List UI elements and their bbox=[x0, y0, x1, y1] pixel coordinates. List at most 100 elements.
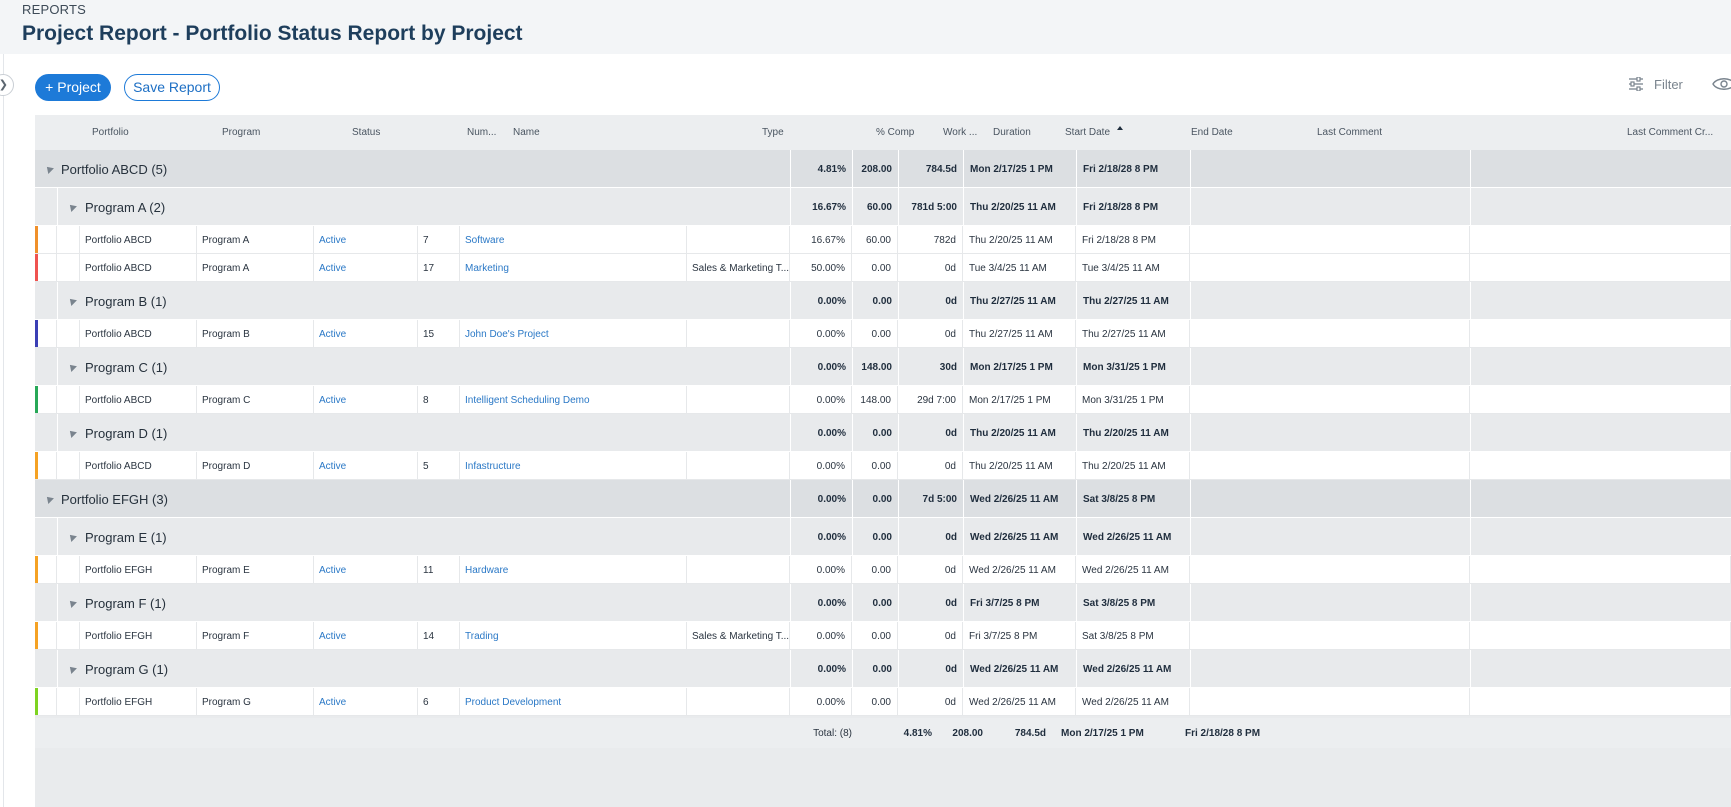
col-header-pct-comp[interactable]: % Comp bbox=[876, 115, 936, 150]
col-header-duration[interactable]: Duration bbox=[993, 115, 1053, 150]
cell-last-comment[interactable] bbox=[1190, 452, 1470, 480]
col-header-portfolio[interactable]: Portfolio bbox=[92, 115, 202, 150]
cell-status[interactable]: Active bbox=[314, 320, 418, 348]
group-last-comment bbox=[1190, 282, 1470, 320]
page-title: Project Report - Portfolio Status Report… bbox=[22, 22, 523, 45]
project-name-link[interactable]: Marketing bbox=[460, 254, 687, 282]
project-name-link[interactable]: Hardware bbox=[460, 556, 687, 584]
cell-last-comment[interactable] bbox=[1190, 386, 1470, 414]
table-row[interactable]: Portfolio ABCD Program D Active 5 Infastruct… bbox=[35, 452, 1731, 480]
row-spacer bbox=[38, 254, 57, 282]
cell-pct-comp: 0.00% bbox=[790, 320, 852, 348]
triangle-collapse-icon[interactable] bbox=[68, 348, 80, 386]
group-start-date: Thu 2/27/25 11 AM bbox=[963, 282, 1076, 320]
triangle-glyph bbox=[45, 164, 54, 174]
triangle-collapse-icon[interactable] bbox=[45, 150, 57, 188]
project-name-link[interactable]: Intelligent Scheduling Demo bbox=[460, 386, 687, 414]
project-name-link[interactable]: Software bbox=[460, 226, 687, 254]
cell-status[interactable]: Active bbox=[314, 688, 418, 716]
program-group-row[interactable]: Program E (1) 0.00% 0.00 0d Wed 2/26/25 11 A… bbox=[35, 518, 1731, 556]
cell-duration: 0d bbox=[898, 320, 963, 348]
triangle-collapse-icon[interactable] bbox=[68, 188, 80, 226]
cell-program: Program A bbox=[197, 254, 314, 282]
cell-last-comment[interactable] bbox=[1190, 254, 1470, 282]
col-header-status[interactable]: Status bbox=[352, 115, 452, 150]
col-header-end-date[interactable]: End Date bbox=[1191, 115, 1301, 150]
portfolio-group-row[interactable]: Portfolio EFGH (3) 0.00% 0.00 7d 5:00 Wed 2/… bbox=[35, 480, 1731, 518]
cell-status[interactable]: Active bbox=[314, 452, 418, 480]
cell-status[interactable]: Active bbox=[314, 226, 418, 254]
project-name-link[interactable]: Trading bbox=[460, 622, 687, 650]
grid-header: Portfolio Program Status Num... Name Typ… bbox=[35, 115, 1731, 150]
triangle-glyph bbox=[68, 202, 77, 212]
program-group-row[interactable]: Program D (1) 0.00% 0.00 0d Thu 2/20/25 11 A… bbox=[35, 414, 1731, 452]
group-divider bbox=[57, 518, 58, 556]
cell-status[interactable]: Active bbox=[314, 254, 418, 282]
triangle-collapse-icon[interactable] bbox=[68, 518, 80, 556]
cell-last-comment[interactable] bbox=[1190, 556, 1470, 584]
eye-icon[interactable] bbox=[1712, 75, 1731, 93]
total-start: Mon 2/17/25 1 PM bbox=[1061, 727, 1144, 739]
save-report-button[interactable]: Save Report bbox=[124, 74, 220, 101]
triangle-collapse-icon[interactable] bbox=[68, 650, 80, 688]
cell-last-comment-cr bbox=[1470, 688, 1731, 716]
program-group-row[interactable]: Program B (1) 0.00% 0.00 0d Thu 2/27/25 11 A… bbox=[35, 282, 1731, 320]
col-header-program[interactable]: Program bbox=[222, 115, 332, 150]
group-duration: 781d 5:00 bbox=[898, 188, 963, 226]
cell-status[interactable]: Active bbox=[314, 622, 418, 650]
group-end-date: Fri 2/18/28 8 PM bbox=[1076, 150, 1190, 188]
total-row: Total: (8) 4.81% 208.00 784.5d Mon 2/17/… bbox=[35, 718, 1731, 748]
cell-end-date: Fri 2/18/28 8 PM bbox=[1076, 226, 1190, 254]
table-row[interactable]: Portfolio EFGH Program G Active 6 Product De… bbox=[35, 688, 1731, 716]
filter-button[interactable]: Filter bbox=[1628, 74, 1683, 94]
cell-pct-comp: 16.67% bbox=[790, 226, 852, 254]
cell-status[interactable]: Active bbox=[314, 556, 418, 584]
cell-last-comment[interactable] bbox=[1190, 320, 1470, 348]
col-header-last-comment-cr[interactable]: Last Comment Cr... bbox=[1627, 115, 1731, 150]
row-spacer bbox=[38, 386, 57, 414]
sidebar-expand-button[interactable]: ❯ bbox=[0, 74, 14, 96]
group-start-date: Wed 2/26/25 11 AM bbox=[963, 480, 1076, 518]
group-last-comment-cr bbox=[1470, 518, 1731, 556]
portfolio-group-row[interactable]: Portfolio ABCD (5) 4.81% 208.00 784.5d Mon 2… bbox=[35, 150, 1731, 188]
breadcrumb[interactable]: REPORTS bbox=[22, 2, 86, 17]
cell-status[interactable]: Active bbox=[314, 386, 418, 414]
project-name-link[interactable]: Infastructure bbox=[460, 452, 687, 480]
cell-last-comment[interactable] bbox=[1190, 226, 1470, 254]
triangle-collapse-icon[interactable] bbox=[68, 414, 80, 452]
group-duration: 0d bbox=[898, 282, 963, 320]
row-divider bbox=[35, 715, 1731, 716]
program-group-row[interactable]: Program C (1) 0.00% 148.00 30d Mon 2/17/25 1… bbox=[35, 348, 1731, 386]
cell-portfolio: Portfolio ABCD bbox=[80, 226, 197, 254]
table-row[interactable]: Portfolio ABCD Program A Active 17 Marketing… bbox=[35, 254, 1731, 282]
col-header-type[interactable]: Type bbox=[762, 115, 862, 150]
table-row[interactable]: Portfolio EFGH Program F Active 14 Trading Sa… bbox=[35, 622, 1731, 650]
project-name-link[interactable]: John Doe's Project bbox=[460, 320, 687, 348]
program-group-row[interactable]: Program F (1) 0.00% 0.00 0d Fri 3/7/25 8 PM S… bbox=[35, 584, 1731, 622]
project-name-link[interactable]: Product Development bbox=[460, 688, 687, 716]
group-duration: 784.5d bbox=[898, 150, 963, 188]
program-group-row[interactable]: Program G (1) 0.00% 0.00 0d Wed 2/26/25 11 A… bbox=[35, 650, 1731, 688]
cell-last-comment[interactable] bbox=[1190, 688, 1470, 716]
group-last-comment bbox=[1190, 348, 1470, 386]
triangle-collapse-icon[interactable] bbox=[68, 282, 80, 320]
col-header-num[interactable]: Num... bbox=[467, 115, 507, 150]
col-header-last-comment[interactable]: Last Comment bbox=[1317, 115, 1517, 150]
group-pct-comp: 0.00% bbox=[790, 348, 852, 386]
table-row[interactable]: Portfolio EFGH Program E Active 11 Hardware 0… bbox=[35, 556, 1731, 584]
program-group-row[interactable]: Program A (2) 16.67% 60.00 781d 5:00 Thu 2/2… bbox=[35, 188, 1731, 226]
table-row[interactable]: Portfolio ABCD Program C Active 8 Intelligen… bbox=[35, 386, 1731, 414]
add-project-button[interactable]: + Project bbox=[35, 74, 111, 101]
group-pct-comp: 0.00% bbox=[790, 650, 852, 688]
col-header-start-date[interactable]: Start Date bbox=[1065, 115, 1175, 150]
cell-last-comment[interactable] bbox=[1190, 622, 1470, 650]
cell-pct-comp: 0.00% bbox=[790, 386, 852, 414]
table-row[interactable]: Portfolio ABCD Program B Active 15 John Doe'… bbox=[35, 320, 1731, 348]
col-header-name[interactable]: Name bbox=[513, 115, 713, 150]
cell-num: 8 bbox=[418, 386, 460, 414]
table-row[interactable]: Portfolio ABCD Program A Active 7 Software 16… bbox=[35, 226, 1731, 254]
triangle-collapse-icon[interactable] bbox=[45, 480, 57, 518]
triangle-collapse-icon[interactable] bbox=[68, 584, 80, 622]
col-header-work[interactable]: Work ... bbox=[943, 115, 988, 150]
report-grid: Portfolio Program Status Num... Name Typ… bbox=[35, 115, 1731, 807]
